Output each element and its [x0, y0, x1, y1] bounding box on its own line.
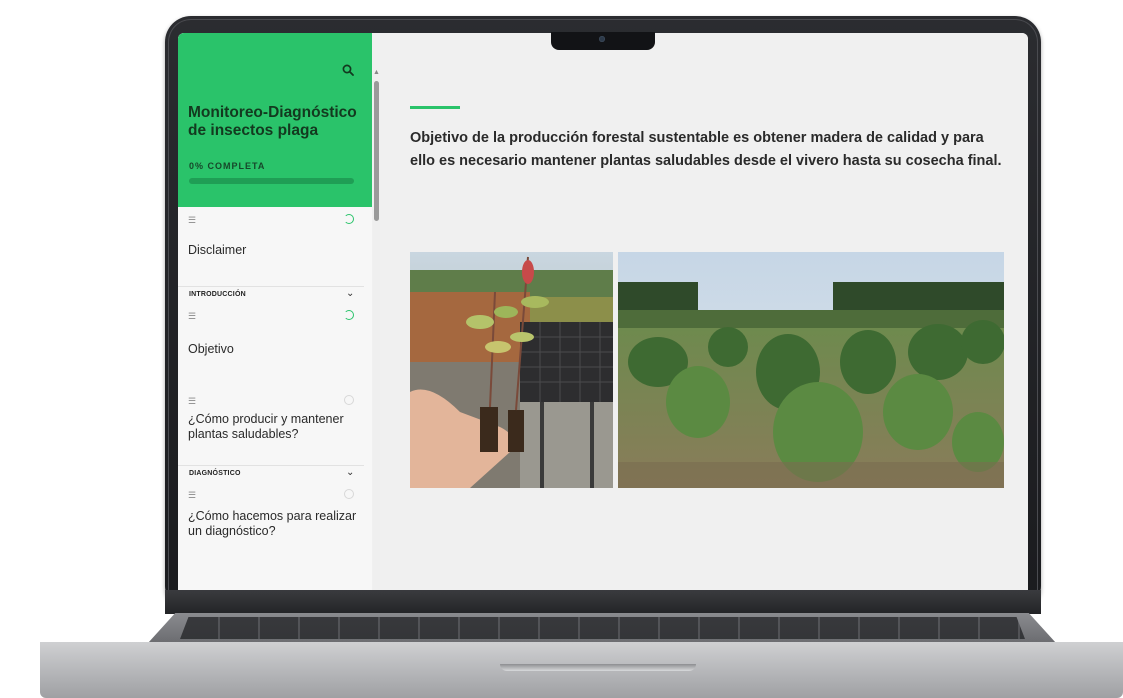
- course-title: Monitoreo-Diagnóstico de insectos plaga: [188, 104, 357, 139]
- sidebar-item-label: ¿Cómo hacemos para realizar un diagnósti…: [188, 509, 357, 538]
- sidebar-item-label: ¿Cómo producir y mantener plantas saluda…: [188, 412, 344, 441]
- progress-label: 0% COMPLETA: [189, 161, 266, 171]
- sidebar-item-objetivo[interactable]: ☰ Objetivo: [178, 305, 364, 383]
- in-progress-icon: [344, 214, 354, 224]
- chevron-down-icon: ⌄: [346, 288, 355, 299]
- keyboard: [180, 617, 1025, 639]
- section-label: DIAGNÓSTICO: [189, 470, 241, 477]
- camera-notch: [551, 32, 655, 50]
- laptop-screen: Monitoreo-Diagnóstico de insectos plaga …: [178, 33, 1028, 600]
- not-started-icon: [344, 395, 354, 405]
- lesson-content: Objetivo de la producción forestal suste…: [381, 33, 1028, 600]
- laptop-lid: Monitoreo-Diagnóstico de insectos plaga …: [165, 16, 1041, 612]
- text-lesson-icon: ☰: [188, 490, 196, 500]
- progress-bar: [189, 178, 354, 184]
- not-started-icon: [344, 489, 354, 499]
- chevron-down-icon: ⌄: [346, 467, 355, 478]
- text-lesson-icon: ☰: [188, 311, 196, 321]
- lid-opening-groove: [500, 664, 696, 671]
- sidebar-header: Monitoreo-Diagnóstico de insectos plaga …: [178, 33, 372, 207]
- sidebar-item-diagnostico[interactable]: ☰ ¿Cómo hacemos para realizar un diagnós…: [178, 484, 364, 564]
- course-sidebar: Monitoreo-Diagnóstico de insectos plaga …: [178, 33, 372, 600]
- plantation-field-photo: [618, 252, 1004, 488]
- sidebar-scrollbar-thumb[interactable]: [374, 81, 379, 221]
- sidebar-item-label: Objetivo: [188, 342, 234, 356]
- screen-hinge: [165, 590, 1041, 614]
- sidebar-item-label: Disclaimer: [188, 243, 247, 257]
- in-progress-icon: [344, 310, 354, 320]
- section-label: INTRODUCCIÓN: [189, 291, 246, 298]
- accent-divider: [410, 106, 460, 109]
- seedling-nursery-photo: [410, 252, 613, 488]
- text-lesson-icon: ☰: [188, 215, 196, 225]
- search-icon[interactable]: [340, 64, 356, 80]
- sidebar-item-disclaimer[interactable]: ☰ Disclaimer: [178, 209, 364, 287]
- section-introduccion[interactable]: INTRODUCCIÓN ⌄: [178, 286, 364, 306]
- section-diagnostico[interactable]: DIAGNÓSTICO ⌄: [178, 465, 364, 485]
- text-lesson-icon: ☰: [188, 396, 196, 406]
- sidebar-item-plantas-saludables[interactable]: ☰ ¿Cómo producir y mantener plantas salu…: [178, 390, 364, 466]
- objective-paragraph: Objetivo de la producción forestal suste…: [410, 130, 1002, 169]
- webcam: [599, 36, 605, 42]
- scroll-up-arrow-icon[interactable]: ▲: [373, 69, 380, 76]
